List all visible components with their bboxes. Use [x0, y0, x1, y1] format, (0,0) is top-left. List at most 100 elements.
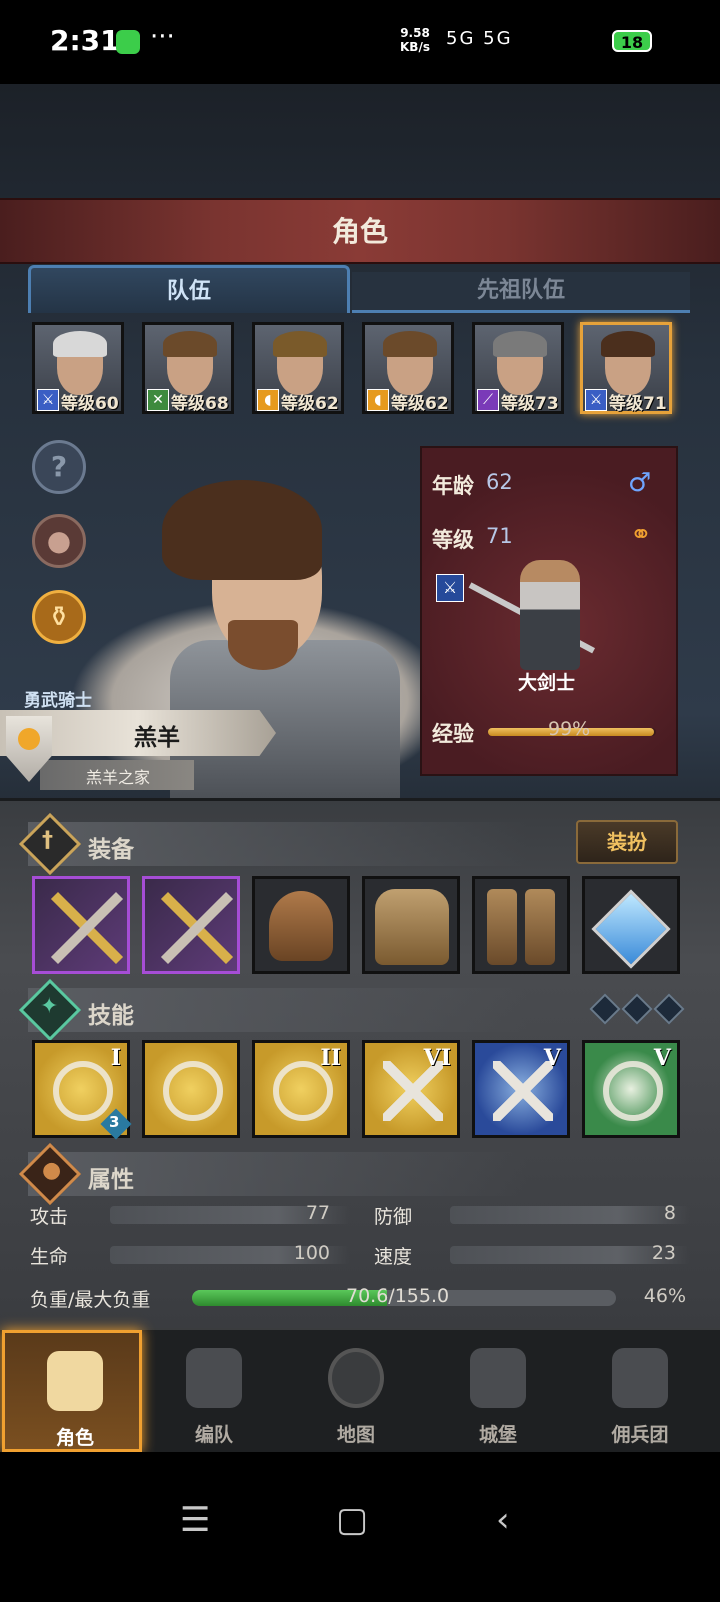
portrait-hair	[601, 331, 655, 357]
exp-percent: 99%	[548, 718, 591, 740]
nav-tab-1[interactable]: 角色	[2, 1330, 142, 1452]
roster-member-5[interactable]: ⟋ 等级73	[472, 322, 564, 414]
class-name: 大剑士	[518, 672, 576, 694]
equip-slot-weapon-1[interactable]	[32, 876, 130, 974]
star-icon: ✦	[40, 994, 59, 1019]
boot-right-icon	[525, 889, 555, 965]
house-name: 羔羊之家	[86, 768, 151, 787]
character-detail-icon[interactable]: ●	[32, 514, 86, 568]
tab-team-label: 队伍	[166, 279, 211, 304]
clock: 2:31	[50, 24, 120, 57]
nav-tab-4[interactable]: 城堡	[428, 1330, 568, 1452]
equipment-title: 装备	[88, 837, 134, 863]
speed-label: 速度	[374, 1246, 413, 1268]
charging-icon	[116, 30, 140, 54]
hero-hair	[162, 480, 322, 580]
roster-level: 等级73	[501, 394, 559, 414]
roster-level: 等级71	[609, 394, 667, 414]
roster-level: 等级60	[61, 394, 119, 414]
hero-beard	[228, 620, 298, 670]
crossed-arrows-icon: ✕	[147, 389, 169, 411]
equip-slot-amulet[interactable]	[582, 876, 680, 974]
load-value: 70.6/155.0	[346, 1285, 450, 1307]
portrait-hair	[383, 331, 437, 357]
level-label: 等级	[432, 528, 474, 552]
map-compass-icon	[328, 1348, 384, 1408]
heart-amulet-icon	[591, 889, 671, 969]
nav-tab-5[interactable]: 佣兵团	[570, 1330, 710, 1452]
squad-icon	[186, 1348, 242, 1408]
shield-icon: ◖	[367, 389, 389, 411]
skill-cross-slash-blue[interactable]: V	[472, 1040, 570, 1138]
mercenary-icon	[612, 1348, 668, 1408]
roster-member-3[interactable]: ◖ 等级62	[252, 322, 344, 414]
roster-level: 等级62	[391, 394, 449, 414]
skill-charges-badge: 3	[109, 1113, 120, 1131]
skill-cross-slash[interactable]: VI	[362, 1040, 460, 1138]
dress-up-button[interactable]: 装扮	[576, 820, 678, 864]
roster-member-4[interactable]: ◖ 等级62	[362, 322, 454, 414]
class-figure	[520, 560, 580, 670]
attributes-title: 属性	[88, 1167, 134, 1193]
age-label: 年龄	[432, 474, 474, 498]
nav-label: 角色	[55, 1427, 94, 1449]
attack-value: 77	[305, 1202, 330, 1224]
skill-rank: II	[320, 1045, 341, 1071]
speed-value: 23	[651, 1242, 676, 1264]
shield-icon: ◖	[257, 389, 279, 411]
roster-member-6[interactable]: ⚔ 等级71	[580, 322, 672, 414]
tab-ancestor-label: 先祖队伍	[476, 278, 565, 303]
roster-member-1[interactable]: ⚔ 等级60	[32, 322, 124, 414]
equip-slot-boots[interactable]	[472, 876, 570, 974]
equip-slot-weapon-2[interactable]	[142, 876, 240, 974]
portrait-hair	[273, 331, 327, 357]
knight-icon	[47, 1351, 103, 1411]
network-speed: 9.58 KB/s	[400, 26, 430, 54]
page-title: 角色	[331, 215, 388, 248]
tab-team[interactable]: 队伍	[28, 265, 350, 313]
skill-whirlwind[interactable]: I3	[32, 1040, 132, 1140]
marriage-ring-icon[interactable]: ⚭	[630, 520, 652, 550]
load-label: 负重/最大负重	[30, 1289, 151, 1311]
armor-icon	[375, 889, 449, 965]
skill-rank: V	[543, 1045, 561, 1071]
skill-sword-aura[interactable]	[142, 1040, 240, 1138]
attack-label: 攻击	[30, 1206, 69, 1228]
equip-slot-armor[interactable]	[362, 876, 460, 974]
tab-ancestor-team[interactable]: 先祖队伍	[352, 272, 690, 313]
help-icon[interactable]: ?	[32, 440, 86, 494]
home-icon[interactable]: ▢	[336, 1500, 368, 1540]
nav-tab-2[interactable]: 编队	[144, 1330, 284, 1452]
roster-level: 等级62	[281, 394, 339, 414]
signal-icon: 5G 5G	[446, 28, 513, 49]
character-title: 勇武骑士	[24, 691, 92, 711]
level-value: 71	[486, 524, 513, 548]
defense-label: 防御	[374, 1206, 413, 1228]
skills-title: 技能	[88, 1003, 134, 1029]
sword-icon: ⚔	[585, 389, 607, 411]
roster-level: 等级68	[171, 394, 229, 414]
nav-label: 地图	[336, 1424, 375, 1446]
nav-label: 佣兵团	[611, 1424, 669, 1446]
nav-tab-3[interactable]: 地图	[286, 1330, 426, 1452]
menu-icon[interactable]: ☰	[180, 1500, 210, 1540]
skill-sword-aura-2[interactable]: II	[252, 1040, 350, 1138]
age-value: 62	[486, 470, 513, 494]
network-speed-unit: KB/s	[400, 40, 430, 54]
dagger-icon: †	[42, 828, 53, 853]
skill-rank: V	[653, 1045, 671, 1071]
skill-burst[interactable]: V	[582, 1040, 680, 1138]
portrait-hair	[53, 331, 107, 357]
roster-member-2[interactable]: ✕ 等级68	[142, 322, 234, 414]
sun-emblem-icon	[18, 728, 40, 750]
male-icon: ♂	[628, 468, 652, 498]
sword-aura-icon	[163, 1061, 223, 1121]
character-name: 羔羊	[134, 725, 180, 751]
network-speed-value: 9.58	[400, 26, 430, 40]
skill-rank: I	[110, 1045, 121, 1071]
nav-label: 城堡	[478, 1424, 517, 1446]
hp-value: 100	[293, 1242, 330, 1264]
boot-left-icon	[487, 889, 517, 965]
back-icon[interactable]: ‹	[496, 1500, 510, 1540]
equip-slot-helmet[interactable]	[252, 876, 350, 974]
